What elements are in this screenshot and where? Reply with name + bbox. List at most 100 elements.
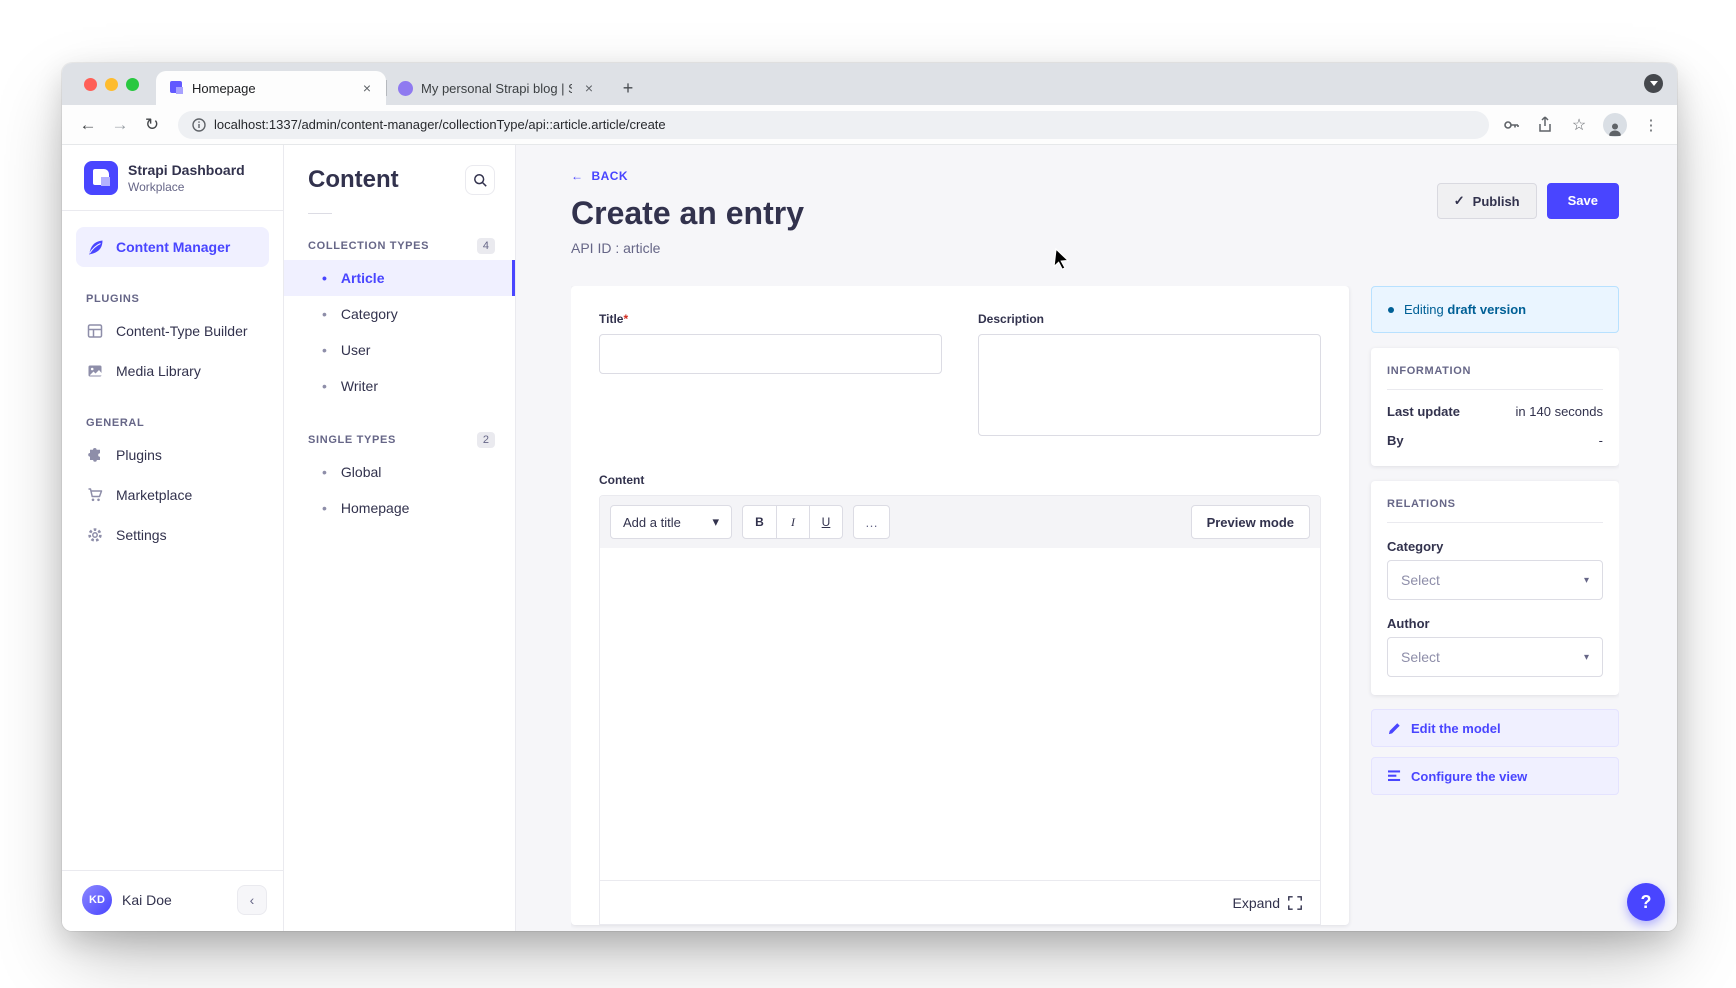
collection-type-category[interactable]: • Category [284,296,515,332]
configure-the-view-button[interactable]: Configure the view [1371,757,1619,795]
save-button[interactable]: Save [1547,183,1619,219]
group-count-badge: 4 [477,238,495,254]
tab-search-button[interactable] [1644,74,1663,93]
editor-toolbar: Add a title ▾ B I U … Preview mode [600,496,1320,548]
sidebar-item-plugins[interactable]: Plugins [76,435,269,475]
sidebar-item-label: Content-Type Builder [116,323,248,339]
edit-model-label: Edit the model [1411,721,1501,736]
browser-profile-avatar[interactable] [1603,113,1627,137]
sidebar-item-content-type-builder[interactable]: Content-Type Builder [76,311,269,351]
collection-type-writer[interactable]: • Writer [284,368,515,404]
heading-select[interactable]: Add a title ▾ [610,505,732,539]
browser-menu-icon[interactable]: ⋮ [1641,115,1661,135]
password-key-icon[interactable] [1501,115,1521,135]
check-icon: ✓ [1454,193,1465,209]
format-button-group: B I U [742,505,843,539]
preview-mode-button[interactable]: Preview mode [1191,505,1310,539]
collection-type-user[interactable]: • User [284,332,515,368]
info-value: in 140 seconds [1516,404,1603,419]
group-label: SINGLE TYPES [308,434,396,446]
select-placeholder: Select [1401,649,1440,665]
chevron-down-icon [1650,81,1658,86]
divider [1387,522,1603,523]
status-dot-icon [1388,307,1394,313]
title-input[interactable] [599,334,942,374]
sidebar-item-media-library[interactable]: Media Library [76,351,269,391]
single-type-global[interactable]: • Global [284,454,515,490]
collection-type-article[interactable]: • Article [284,260,515,296]
page-info-icon[interactable] [192,118,206,132]
tab-homepage[interactable]: Homepage × [156,71,386,105]
expand-button[interactable]: Expand [1233,895,1280,911]
help-button[interactable]: ? [1627,883,1665,921]
description-textarea[interactable] [978,334,1321,436]
back-link[interactable]: ← BACK [571,169,804,183]
category-select[interactable]: Select ▾ [1387,560,1603,600]
user-avatar[interactable]: KD [82,885,112,915]
tab-strapi-blog[interactable]: My personal Strapi blog | Strap × [386,71,608,105]
info-value: - [1599,433,1603,448]
title-field-label: Title* [599,312,942,326]
category-field-label: Category [1387,539,1603,554]
more-formats-button[interactable]: … [853,505,890,539]
heading-select-value: Add a title [623,515,681,530]
entry-form-card: Title* Description Content [571,286,1349,925]
info-row: Last update in 140 seconds [1387,404,1603,419]
bullet-icon: • [322,500,327,516]
sidebar-item-marketplace[interactable]: Marketplace [76,475,269,515]
expand-icon[interactable] [1288,896,1302,910]
blog-favicon [398,81,413,96]
strapi-favicon [168,80,184,96]
group-count-badge: 2 [477,432,495,448]
sidebar-section-label: GENERAL [86,417,283,429]
single-type-homepage[interactable]: • Homepage [284,490,515,526]
page-title: Create an entry [571,195,804,232]
search-button[interactable] [465,165,495,195]
italic-button[interactable]: I [776,506,809,538]
single-type-label: Homepage [341,500,410,516]
editor-content-area[interactable] [600,548,1320,880]
caret-down-icon: ▾ [1584,652,1589,663]
bookmark-star-icon[interactable]: ☆ [1569,115,1589,135]
share-icon[interactable] [1535,115,1555,135]
divider [308,213,332,214]
pencil-icon [1388,722,1401,735]
close-window-button[interactable] [84,78,97,91]
close-tab-icon[interactable]: × [580,79,598,97]
draft-status-text: Editing draft version [1404,302,1526,317]
close-tab-icon[interactable]: × [358,79,376,97]
author-select[interactable]: Select ▾ [1387,637,1603,677]
back-button[interactable]: ← [74,111,102,139]
information-title: INFORMATION [1387,365,1603,377]
info-label: By [1387,433,1404,448]
reload-button[interactable]: ↻ [138,111,166,139]
forward-button[interactable]: → [106,111,134,139]
relations-card: RELATIONS Category Select ▾ Author Selec… [1371,481,1619,695]
description-field-label: Description [978,312,1321,326]
edit-the-model-button[interactable]: Edit the model [1371,709,1619,747]
cart-icon [86,487,104,503]
underline-button[interactable]: U [809,506,842,538]
address-bar[interactable]: localhost:1337/admin/content-manager/col… [178,111,1489,139]
tab-strip: Homepage × My personal Strapi blog | Str… [62,63,1677,105]
maximize-window-button[interactable] [126,78,139,91]
workspace-brand[interactable]: Strapi Dashboard Workplace [62,145,283,211]
sidebar-item-label: Media Library [116,363,201,379]
sidebar-item-settings[interactable]: Settings [76,515,269,555]
new-tab-button[interactable]: + [614,74,642,102]
required-asterisk: * [623,312,628,326]
minimize-window-button[interactable] [105,78,118,91]
bullet-icon: • [322,306,327,322]
api-id-subtitle: API ID : article [571,240,804,256]
content-field-label: Content [599,473,1321,487]
bold-button[interactable]: B [743,506,776,538]
collapse-sidebar-button[interactable]: ‹ [237,885,267,915]
info-label: Last update [1387,404,1460,419]
sidebar-item-content-manager[interactable]: Content Manager [76,227,269,267]
search-icon [473,173,488,188]
caret-down-icon: ▾ [712,514,719,530]
publish-button[interactable]: ✓ Publish [1437,183,1537,219]
main-area: ← BACK Create an entry API ID : article … [516,145,1677,931]
bullet-icon: • [322,464,327,480]
draft-status-banner: Editing draft version [1371,286,1619,333]
